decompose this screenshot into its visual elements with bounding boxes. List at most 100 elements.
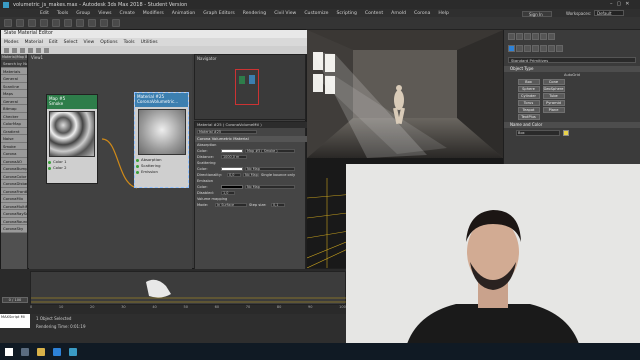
cylinder-button[interactable]: Cylinder (517, 92, 540, 99)
bind-icon[interactable] (52, 19, 60, 27)
menu-graph-editors[interactable]: Graph Editors (203, 11, 235, 16)
menu-create[interactable]: Create (120, 11, 135, 16)
primitives-dropdown[interactable]: Standard Primitives (508, 57, 636, 63)
browser-item[interactable]: Scanline (1, 82, 27, 90)
windows-start-icon[interactable] (5, 347, 13, 356)
plane-button[interactable]: Plane (542, 106, 565, 113)
assign-icon[interactable] (12, 47, 17, 53)
box-button[interactable]: Box (517, 78, 540, 85)
menu-animation[interactable]: Animation (172, 11, 195, 16)
material-name-field[interactable]: Material #25 (197, 129, 257, 135)
geosphere-button[interactable]: GeoSphere (542, 85, 565, 92)
browser-item[interactable]: CoronaAO (1, 157, 27, 165)
menu-tools[interactable]: Tools (57, 11, 68, 16)
slate-menu-material[interactable]: Material (25, 40, 43, 45)
display-tab-icon[interactable] (540, 33, 547, 40)
single-bounce-checkbox[interactable]: Single bounce only (261, 173, 295, 177)
directionality-map-button[interactable]: No Map (243, 172, 259, 178)
browser-item[interactable]: CoronaBumpConv (1, 165, 27, 173)
file-explorer-icon[interactable] (37, 347, 45, 356)
menu-civil-view[interactable]: Civil View (274, 11, 296, 16)
link-icon[interactable] (28, 19, 36, 27)
task-view-icon[interactable] (21, 347, 29, 356)
undo-icon[interactable] (4, 19, 12, 27)
redo-icon[interactable] (16, 19, 24, 27)
helpers-icon[interactable] (540, 45, 547, 52)
slate-menu-utilities[interactable]: Utilities (141, 40, 158, 45)
3dsmax-taskbar-icon[interactable] (69, 347, 77, 356)
layout-icon[interactable] (28, 47, 33, 53)
port-emission[interactable]: Emission (135, 169, 188, 175)
unlink-icon[interactable] (40, 19, 48, 27)
emission-map-button[interactable]: No Map (245, 184, 295, 190)
menu-scripting[interactable]: Scripting (336, 11, 356, 16)
tube-button[interactable]: Tube (542, 92, 565, 99)
shapes-icon[interactable] (516, 45, 523, 52)
menu-views[interactable]: Views (98, 11, 111, 16)
pyramid-button[interactable]: Pyramid (542, 99, 565, 106)
cameras-icon[interactable] (532, 45, 539, 52)
menu-arnold[interactable]: Arnold (391, 11, 406, 16)
browser-item[interactable]: CoronaSky (1, 225, 27, 233)
curve-editor-track[interactable] (30, 271, 347, 305)
menu-rendering[interactable]: Rendering (243, 11, 266, 16)
slate-menu-view[interactable]: View (84, 40, 95, 45)
motion-tab-icon[interactable] (532, 33, 539, 40)
browser-item[interactable]: CoronaColor (1, 172, 27, 180)
browser-item[interactable]: CoronaDistance (1, 180, 27, 188)
menu-group[interactable]: Group (76, 11, 90, 16)
menu-content[interactable]: Content (365, 11, 383, 16)
hierarchy-tab-icon[interactable] (524, 33, 531, 40)
rotate-icon[interactable] (100, 19, 108, 27)
maxscript-listener[interactable]: MAXScript Mi (0, 314, 30, 328)
workspace-dropdown[interactable]: Default (594, 10, 624, 16)
absorption-color-swatch[interactable] (221, 148, 243, 154)
map-node[interactable]: Map #5 Smoke Color 1 Color 2 (46, 94, 98, 184)
menu-corona[interactable]: Corona (414, 11, 430, 16)
browser-item[interactable]: Corona (1, 150, 27, 158)
geometry-icon[interactable] (508, 45, 515, 52)
node-view[interactable]: View1 Map #5 Smoke Color 1 Color 2 Mater… (29, 54, 192, 270)
browser-item[interactable]: CoronaFrontBack (1, 187, 27, 195)
edge-browser-icon[interactable] (53, 347, 61, 356)
navigator-thumb[interactable] (235, 69, 259, 105)
slate-menu-options[interactable]: Options (100, 40, 117, 45)
sphere-button[interactable]: Sphere (517, 85, 540, 92)
browser-item[interactable]: Bitmap (1, 105, 27, 113)
scale-icon[interactable] (112, 19, 120, 27)
textplus-button[interactable]: TextPlus (517, 113, 540, 120)
object-name-field[interactable]: Box (516, 130, 560, 136)
port-color-2[interactable]: Color 2 (47, 165, 97, 171)
torus-button[interactable]: Torus (517, 99, 540, 106)
emission-color-swatch[interactable] (221, 184, 243, 190)
object-color-swatch[interactable] (563, 130, 569, 136)
browser-item[interactable]: Gradient (1, 127, 27, 135)
menu-modifiers[interactable]: Modifiers (143, 11, 164, 16)
browser-item[interactable]: Checker (1, 112, 27, 120)
slate-menu-edit[interactable]: Edit (49, 40, 58, 45)
delete-icon[interactable] (20, 47, 25, 53)
material-node[interactable]: Material #25 CoronaVolumetric... Absorpt… (134, 92, 189, 188)
browser-item[interactable]: Smoke (1, 142, 27, 150)
spacewarps-icon[interactable] (548, 45, 555, 52)
pan-icon[interactable] (44, 47, 49, 53)
absorption-map-button[interactable]: Map #5 ( Smoke ) (245, 148, 295, 154)
slate-menu-select[interactable]: Select (64, 40, 78, 45)
browser-item[interactable]: CoronaMix (1, 195, 27, 203)
cone-button[interactable]: Cone (542, 78, 565, 85)
browser-item[interactable]: Search by Name (1, 60, 27, 68)
distance-spinner[interactable]: 1000,0 m (221, 154, 247, 160)
create-tab-icon[interactable] (508, 33, 515, 40)
menu-edit[interactable]: Edit (40, 11, 49, 16)
lights-icon[interactable] (524, 45, 531, 52)
window-controls[interactable]: –▢✕ (610, 1, 638, 8)
mode-dropdown[interactable]: In Surface (215, 202, 247, 208)
render-viewport[interactable] (307, 30, 503, 158)
browser-item[interactable]: Materials (1, 67, 27, 75)
menu-help[interactable]: Help (438, 11, 448, 16)
directionality-spinner[interactable]: 0,0 (227, 172, 241, 178)
frame-counter[interactable]: 0 / 100 (2, 297, 28, 303)
systems-icon[interactable] (556, 45, 563, 52)
select-by-name-icon[interactable] (76, 19, 84, 27)
frame-ruler[interactable]: 0 10 20 30 40 50 60 70 80 90 100 (30, 305, 346, 313)
